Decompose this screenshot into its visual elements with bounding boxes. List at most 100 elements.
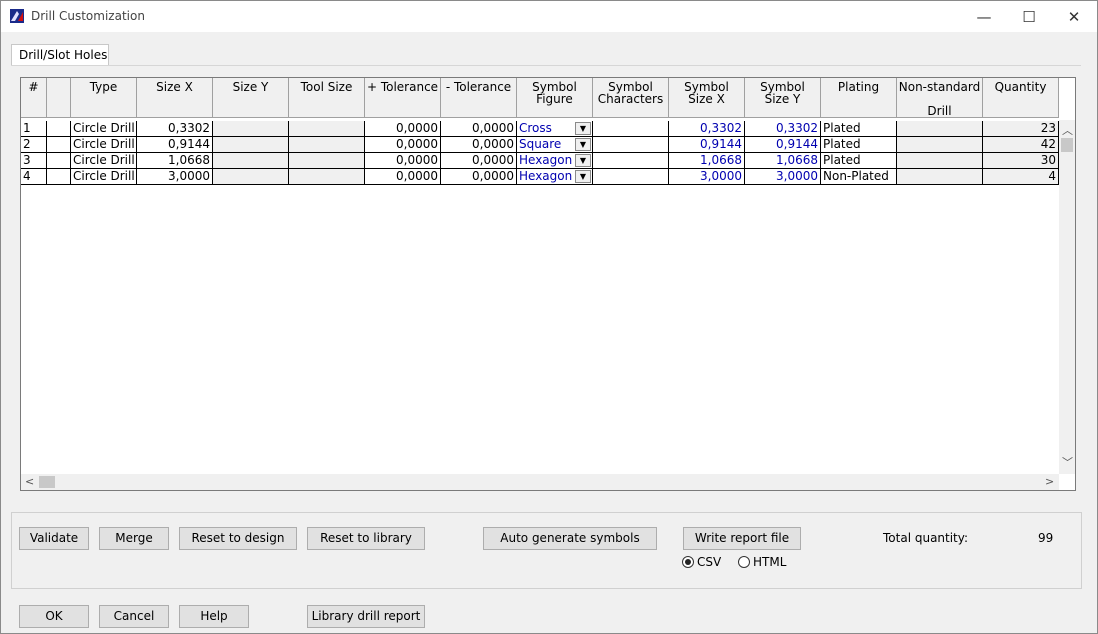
column-header[interactable] <box>47 78 71 118</box>
cell-minus-tol[interactable]: 0,0000 <box>441 153 517 169</box>
cell-plating[interactable]: Plated <box>821 137 897 153</box>
ok-button[interactable]: OK <box>19 605 89 628</box>
column-header[interactable]: Size X <box>137 78 213 118</box>
merge-button[interactable]: Merge <box>99 527 169 550</box>
reset-to-design-button[interactable]: Reset to design <box>179 527 297 550</box>
vertical-scrollbar[interactable]: ︿ ﹀ <box>1059 120 1075 474</box>
cell-blank[interactable] <box>47 169 71 185</box>
cell-plating[interactable]: Plated <box>821 121 897 137</box>
validate-button[interactable]: Validate <box>19 527 89 550</box>
column-header[interactable]: Non-standard Drill <box>897 78 983 118</box>
column-header[interactable]: Symbol Size Y <box>745 78 821 118</box>
cell-tool-size[interactable] <box>289 169 365 185</box>
column-header[interactable]: Quantity <box>983 78 1059 118</box>
cell-size-y[interactable] <box>213 121 289 137</box>
html-radio[interactable]: HTML <box>738 555 786 569</box>
cell-sym-x[interactable]: 1,0668 <box>669 153 745 169</box>
auto-generate-symbols-button[interactable]: Auto generate symbols <box>483 527 657 550</box>
cell-sym-x[interactable]: 3,0000 <box>669 169 745 185</box>
cell-qty[interactable]: 30 <box>983 153 1059 169</box>
cell-plus-tol[interactable]: 0,0000 <box>365 121 441 137</box>
horizontal-scrollbar[interactable]: < > <box>21 474 1059 490</box>
cell-size-y[interactable] <box>213 153 289 169</box>
cell-num[interactable]: 3 <box>21 153 47 169</box>
cell-size-y[interactable] <box>213 137 289 153</box>
close-button[interactable]: ✕ <box>1051 1 1097 32</box>
chevron-down-icon[interactable]: ▼ <box>575 154 591 167</box>
cell-plating[interactable]: Plated <box>821 153 897 169</box>
cell-num[interactable]: 4 <box>21 169 47 185</box>
cell-plating[interactable]: Non-Plated <box>821 169 897 185</box>
cell-size-x[interactable]: 1,0668 <box>137 153 213 169</box>
cell-plus-tol[interactable]: 0,0000 <box>365 137 441 153</box>
cell-nonstd[interactable] <box>897 153 983 169</box>
cell-plus-tol[interactable]: 0,0000 <box>365 153 441 169</box>
cell-blank[interactable] <box>47 137 71 153</box>
cell-sym-y[interactable]: 1,0668 <box>745 153 821 169</box>
cell-type[interactable]: Circle Drill <box>71 137 137 153</box>
tab-drill-slot-holes[interactable]: Drill/Slot Holes <box>11 44 109 66</box>
table-row[interactable]: 4 Circle Drill 3,0000 0,0000 0,0000 Hexagon ▼ 3… <box>21 169 1059 185</box>
column-header[interactable]: Tool Size <box>289 78 365 118</box>
column-header[interactable]: Size Y <box>213 78 289 118</box>
column-header[interactable]: + Tolerance <box>365 78 441 118</box>
cell-sym-y[interactable]: 0,3302 <box>745 121 821 137</box>
cell-sym-y[interactable]: 0,9144 <box>745 137 821 153</box>
cell-blank[interactable] <box>47 153 71 169</box>
cell-characters[interactable] <box>593 153 669 169</box>
cell-minus-tol[interactable]: 0,0000 <box>441 169 517 185</box>
scroll-right-icon[interactable]: > <box>1045 475 1054 488</box>
cell-size-x[interactable]: 0,9144 <box>137 137 213 153</box>
cell-blank[interactable] <box>47 121 71 137</box>
cell-num[interactable]: 2 <box>21 137 47 153</box>
cell-nonstd[interactable] <box>897 137 983 153</box>
cell-qty[interactable]: 23 <box>983 121 1059 137</box>
chevron-down-icon[interactable]: ▼ <box>575 122 591 135</box>
chevron-down-icon[interactable]: ▼ <box>575 170 591 183</box>
table-row[interactable]: 1 Circle Drill 0,3302 0,0000 0,0000 Cross ▼ 0,3… <box>21 121 1059 137</box>
cell-minus-tol[interactable]: 0,0000 <box>441 137 517 153</box>
column-header[interactable]: Type <box>71 78 137 118</box>
horizontal-scroll-thumb[interactable] <box>39 476 55 488</box>
scroll-left-icon[interactable]: < <box>25 475 34 488</box>
cell-qty[interactable]: 42 <box>983 137 1059 153</box>
cell-type[interactable]: Circle Drill <box>71 153 137 169</box>
cell-plus-tol[interactable]: 0,0000 <box>365 169 441 185</box>
chevron-down-icon[interactable]: ▼ <box>575 138 591 151</box>
cell-sym-x[interactable]: 0,3302 <box>669 121 745 137</box>
cancel-button[interactable]: Cancel <box>99 605 169 628</box>
cell-type[interactable]: Circle Drill <box>71 169 137 185</box>
vertical-scroll-thumb[interactable] <box>1061 138 1073 152</box>
minimize-button[interactable]: — <box>961 1 1007 32</box>
cell-tool-size[interactable] <box>289 121 365 137</box>
column-header[interactable]: Symbol Figure <box>517 78 593 118</box>
cell-num[interactable]: 1 <box>21 121 47 137</box>
column-header[interactable]: Plating <box>821 78 897 118</box>
column-header[interactable]: - Tolerance <box>441 78 517 118</box>
cell-tool-size[interactable] <box>289 137 365 153</box>
cell-tool-size[interactable] <box>289 153 365 169</box>
cell-minus-tol[interactable]: 0,0000 <box>441 121 517 137</box>
cell-characters[interactable] <box>593 137 669 153</box>
write-report-file-button[interactable]: Write report file <box>683 527 801 550</box>
cell-sym-y[interactable]: 3,0000 <box>745 169 821 185</box>
reset-to-library-button[interactable]: Reset to library <box>307 527 425 550</box>
cell-size-y[interactable] <box>213 169 289 185</box>
cell-qty[interactable]: 4 <box>983 169 1059 185</box>
help-button[interactable]: Help <box>179 605 249 628</box>
cell-sym-x[interactable]: 0,9144 <box>669 137 745 153</box>
cell-characters[interactable] <box>593 121 669 137</box>
cell-size-x[interactable]: 3,0000 <box>137 169 213 185</box>
csv-radio[interactable]: CSV <box>682 555 721 569</box>
column-header[interactable]: Symbol Size X <box>669 78 745 118</box>
cell-type[interactable]: Circle Drill <box>71 121 137 137</box>
column-header[interactable]: # <box>21 78 47 118</box>
scroll-down-icon[interactable]: ﹀ <box>1062 454 1073 470</box>
scroll-up-icon[interactable]: ︿ <box>1062 122 1073 138</box>
table-row[interactable]: 3 Circle Drill 1,0668 0,0000 0,0000 Hexagon ▼ 1… <box>21 153 1059 169</box>
column-header[interactable]: Symbol Characters <box>593 78 669 118</box>
cell-nonstd[interactable] <box>897 169 983 185</box>
library-drill-report-button[interactable]: Library drill report <box>307 605 425 628</box>
table-row[interactable]: 2 Circle Drill 0,9144 0,0000 0,0000 Square ▼ 0,… <box>21 137 1059 153</box>
cell-nonstd[interactable] <box>897 121 983 137</box>
